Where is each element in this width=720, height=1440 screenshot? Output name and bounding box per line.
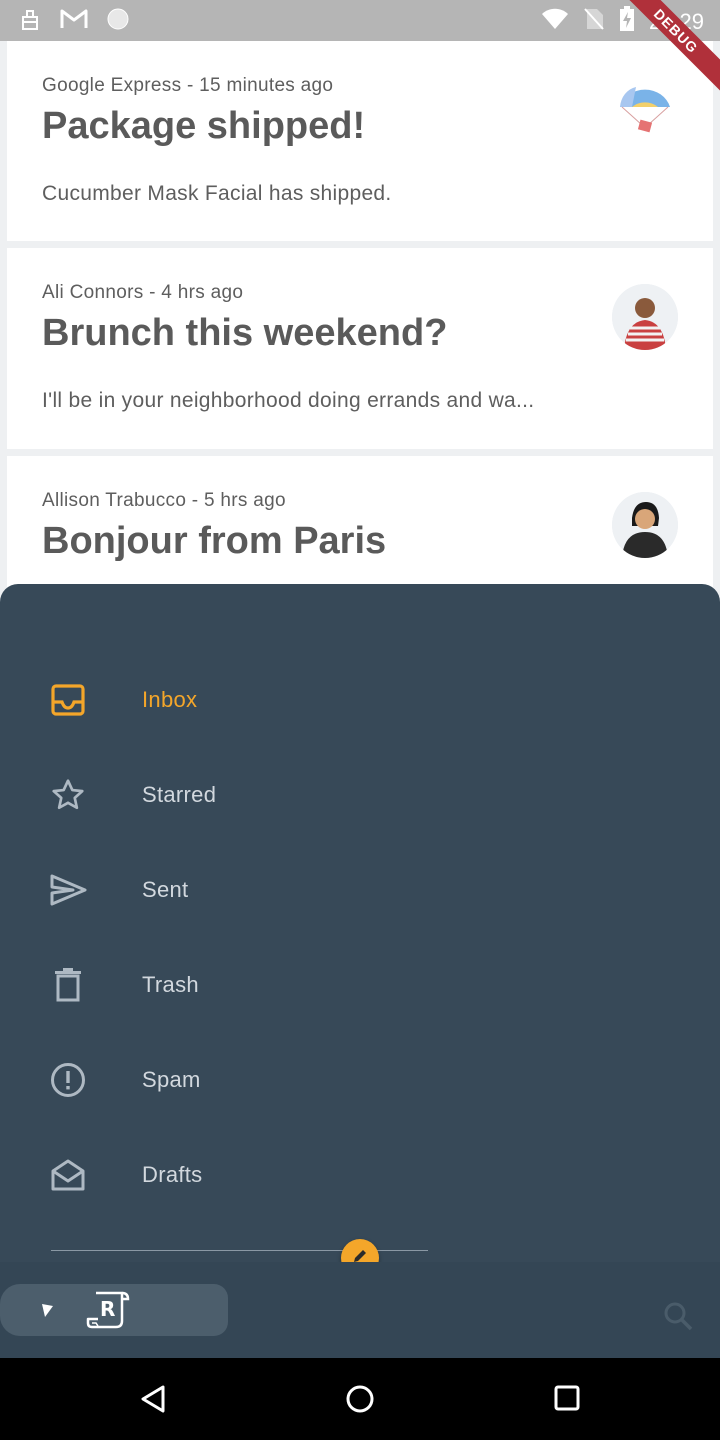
no-sim-icon [583, 7, 605, 37]
wifi-icon [541, 8, 569, 36]
back-icon[interactable] [140, 1384, 166, 1418]
notification-icon [18, 7, 42, 35]
email-card[interactable]: Google Express - 15 minutes ago Package … [7, 41, 713, 241]
battery-charging-icon [619, 6, 635, 38]
nav-item-label: Trash [142, 972, 199, 997]
nav-item-label: Inbox [142, 687, 198, 712]
system-navigation-bar [0, 1358, 720, 1440]
svg-text:R: R [100, 1297, 115, 1321]
email-card[interactable]: Ali Connors - 4 hrs ago Brunch this week… [7, 248, 713, 449]
inbox-icon [48, 680, 88, 720]
bottom-app-bar: R [0, 1262, 720, 1358]
parachute-avatar [612, 77, 678, 143]
nav-item-label: Drafts [142, 1162, 203, 1187]
email-preview: I'll be in your neighborhood doing erran… [42, 389, 535, 412]
nav-item-label: Sent [142, 877, 189, 902]
nav-item-starred[interactable]: Starred [0, 765, 720, 825]
nav-item-drafts[interactable]: Drafts [0, 1145, 720, 1205]
star-icon [48, 775, 88, 815]
recents-icon[interactable] [554, 1385, 580, 1415]
trash-icon [48, 965, 88, 1005]
send-icon [48, 870, 88, 910]
nav-item-label: Spam [142, 1067, 201, 1092]
email-preview: Cucumber Mask Facial has shipped. [42, 182, 392, 205]
email-meta: Google Express - 15 minutes ago [42, 75, 334, 96]
gmail-icon [60, 8, 88, 34]
triangle-icon [40, 1302, 54, 1322]
spam-icon [48, 1060, 88, 1100]
brand-menu-button[interactable]: R [0, 1284, 228, 1336]
drafts-icon [48, 1155, 88, 1195]
ali-connors-avatar [612, 284, 678, 350]
nav-item-spam[interactable]: Spam [0, 1050, 720, 1110]
nav-item-sent[interactable]: Sent [0, 860, 720, 920]
nav-item-trash[interactable]: Trash [0, 955, 720, 1015]
email-subject: Brunch this weekend? [42, 312, 448, 354]
email-meta: Ali Connors - 4 hrs ago [42, 282, 244, 303]
home-icon[interactable] [345, 1384, 375, 1418]
email-meta: Allison Trabucco - 5 hrs ago [42, 490, 286, 511]
email-subject: Package shipped! [42, 105, 366, 147]
nav-item-inbox[interactable]: Inbox [0, 670, 720, 730]
reply-logo-icon: R [86, 1289, 132, 1335]
navigation-drawer: Inbox Starred Sent Trash Spam Drafts [0, 584, 720, 1358]
allison-trabucco-avatar [612, 492, 678, 558]
nav-item-label: Starred [142, 782, 217, 807]
email-subject: Bonjour from Paris [42, 520, 387, 562]
circle-icon [106, 7, 130, 35]
search-icon[interactable] [662, 1300, 694, 1336]
status-bar: 23:29 [0, 0, 720, 41]
